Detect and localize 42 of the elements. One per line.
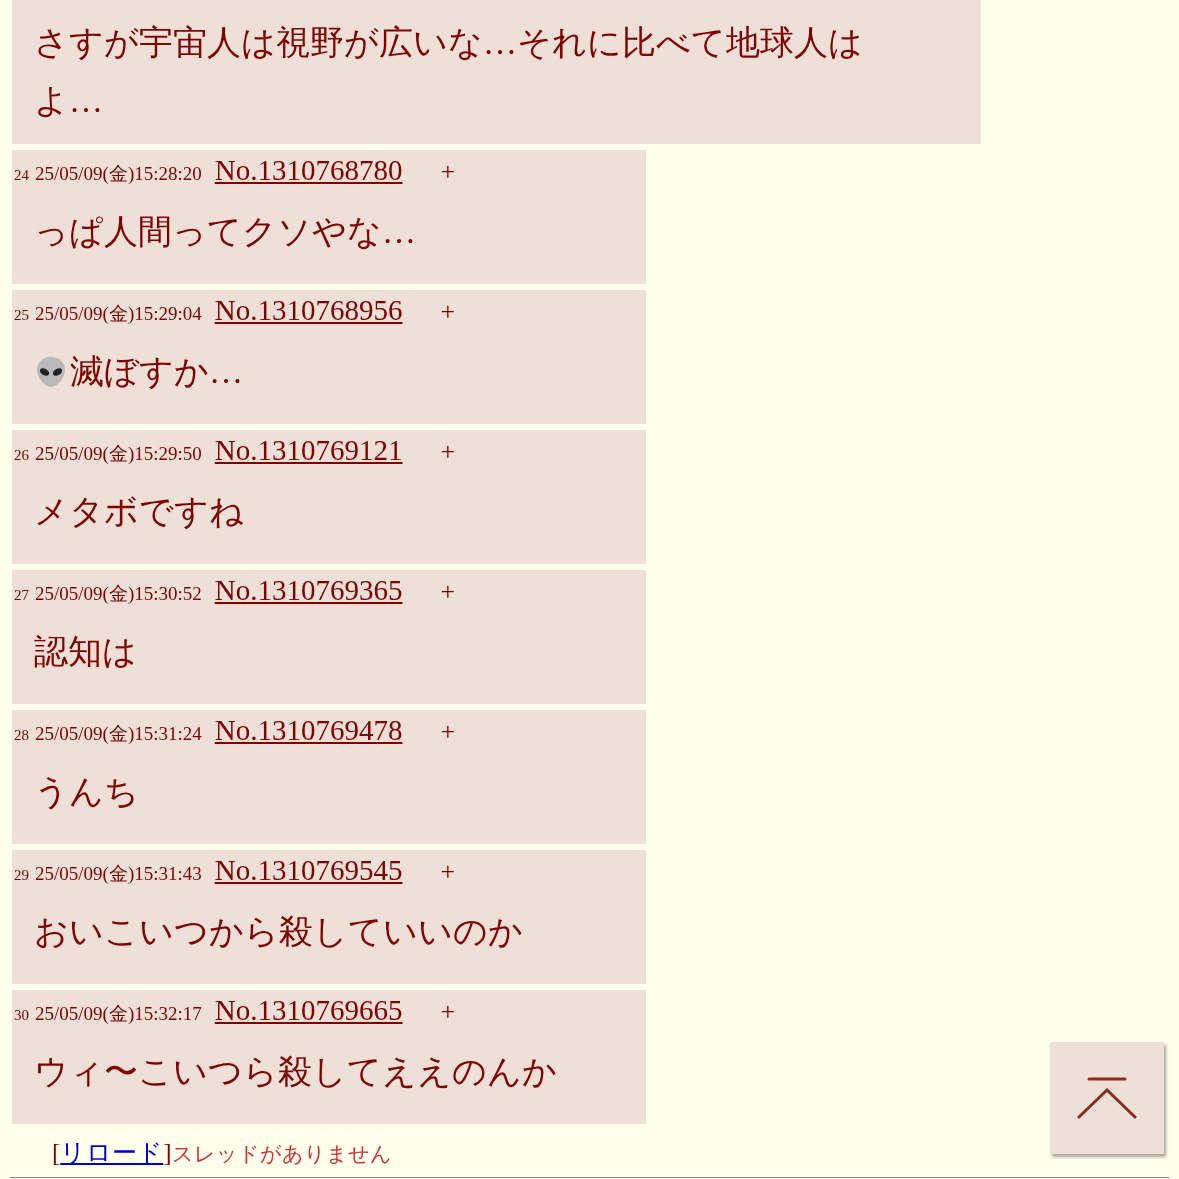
post-index: 30 [14, 1007, 29, 1024]
post-text: うんち [34, 772, 139, 812]
reload-link[interactable]: リロード [60, 1136, 164, 1169]
post-text: 認知は [34, 632, 137, 672]
post-text: さすが宇宙人は視野が広いな…それに比べて地球人はよ… [34, 23, 864, 121]
post-date: 25/05/09(金)15:30:52 [35, 582, 202, 606]
post-number-link[interactable]: No.1310769121 [214, 434, 403, 467]
scroll-top-button[interactable] [1050, 1042, 1164, 1154]
post-index: 24 [14, 167, 29, 184]
plus-link[interactable]: + [440, 437, 456, 467]
plus-link[interactable]: + [440, 157, 456, 187]
plus-link[interactable]: + [440, 997, 456, 1027]
post-number-link[interactable]: No.1310768780 [214, 154, 403, 187]
post-date: 25/05/09(金)15:28:20 [35, 162, 202, 186]
post-date: 25/05/09(金)15:32:17 [35, 1002, 202, 1026]
post-number-link[interactable]: No.1310769665 [214, 994, 403, 1027]
post-text: メタボですね [34, 492, 244, 532]
post-date: 25/05/09(金)15:31:43 [35, 862, 202, 886]
post-index: 26 [14, 447, 29, 464]
plus-link[interactable]: + [440, 857, 456, 887]
bracket: [ [52, 1139, 61, 1167]
post-index: 27 [14, 587, 29, 604]
plus-link[interactable]: + [440, 577, 456, 607]
post-text: おいこいつから殺していいのか [34, 912, 523, 952]
post-number-link[interactable]: No.1310769545 [214, 854, 403, 887]
post-number-link[interactable]: No.1310769365 [214, 574, 403, 607]
post-date: 25/05/09(金)15:29:50 [35, 442, 202, 466]
bracket: ] [163, 1139, 172, 1167]
status-message: スレッドがありません [171, 1141, 392, 1168]
post-date: 25/05/09(金)15:29:04 [35, 302, 202, 326]
post-text: っぱ人間ってクソやな… [34, 212, 416, 252]
post-index: 28 [14, 727, 29, 744]
post-number-link[interactable]: No.1310769478 [214, 714, 403, 747]
post-index: 29 [14, 867, 29, 884]
post-date: 25/05/09(金)15:31:24 [35, 722, 202, 746]
post-index: 25 [14, 307, 29, 324]
scroll-up-icon [1077, 1075, 1137, 1121]
post-number-link[interactable]: No.1310768956 [214, 294, 403, 327]
plus-link[interactable]: + [440, 717, 456, 747]
post-text: 滅ぼすか… [70, 352, 243, 392]
plus-link[interactable]: + [440, 297, 456, 327]
post-text: ウィ〜こいつら殺してええのんか [34, 1052, 557, 1092]
